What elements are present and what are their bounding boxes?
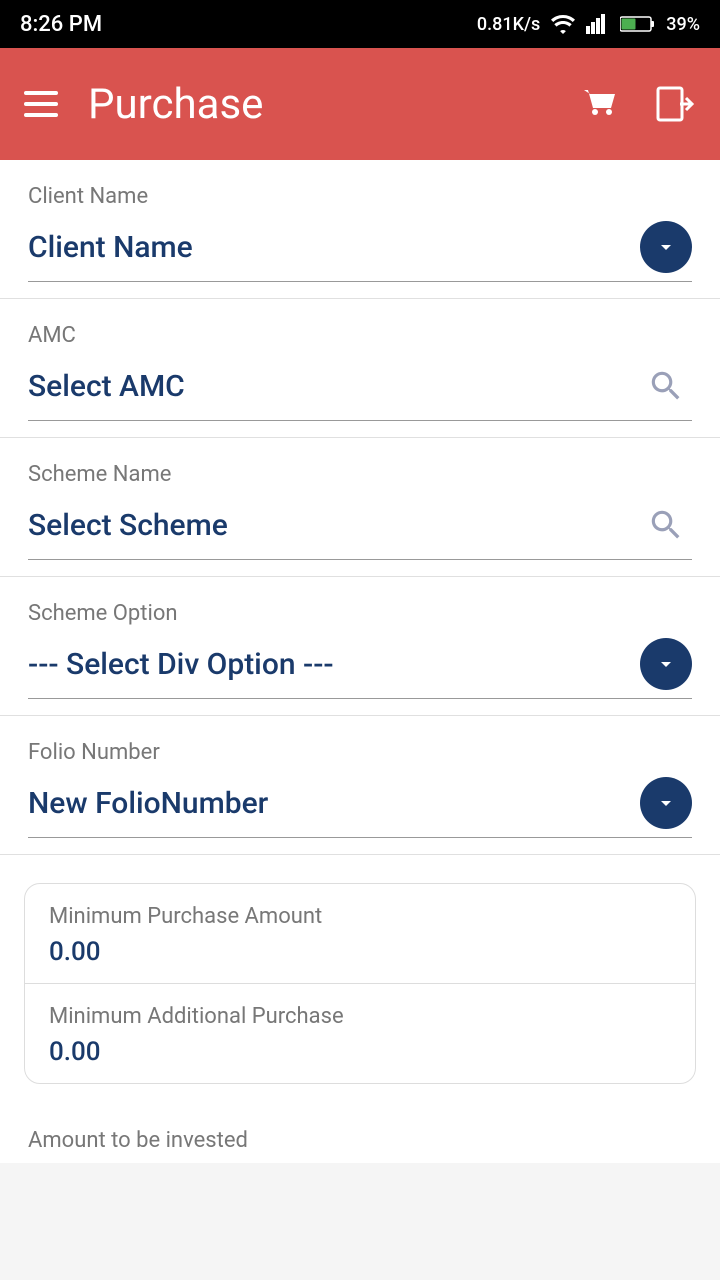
client-name-field: Client Name Client Name [0, 160, 720, 299]
scheme-search-icon[interactable] [640, 499, 692, 551]
amc-search-icon[interactable] [640, 360, 692, 412]
cart-icon[interactable] [578, 82, 622, 126]
app-bar: Purchase [0, 48, 720, 160]
app-bar-title: Purchase [88, 80, 548, 129]
client-name-value: Client Name [28, 230, 193, 265]
client-name-dropdown[interactable] [640, 221, 692, 273]
client-name-label: Client Name [28, 184, 692, 209]
battery-percent: 39% [666, 14, 700, 35]
min-additional-value: 0.00 [49, 1037, 671, 1067]
amc-label: AMC [28, 323, 692, 348]
folio-number-row[interactable]: New FolioNumber [28, 777, 692, 838]
min-purchase-row: Minimum Purchase Amount 0.00 [25, 884, 695, 983]
client-name-row[interactable]: Client Name [28, 221, 692, 282]
amc-value: Select AMC [28, 369, 185, 404]
min-purchase-label: Minimum Purchase Amount [49, 904, 671, 929]
folio-number-field: Folio Number New FolioNumber [0, 716, 720, 855]
status-bar: 8:26 PM 0.81K/s 39% [0, 0, 720, 48]
info-card: Minimum Purchase Amount 0.00 Minimum Add… [24, 883, 696, 1084]
scheme-name-label: Scheme Name [28, 462, 692, 487]
folio-number-value: New FolioNumber [28, 786, 268, 821]
form-content: Client Name Client Name AMC Select AMC S… [0, 160, 720, 1163]
network-speed: 0.81K/s [477, 14, 540, 35]
amc-row[interactable]: Select AMC [28, 360, 692, 421]
signal-icon [586, 14, 610, 34]
menu-icon[interactable] [24, 91, 58, 117]
scheme-option-dropdown[interactable] [640, 638, 692, 690]
exit-icon[interactable] [652, 82, 696, 126]
scheme-name-value: Select Scheme [28, 508, 228, 543]
scheme-name-field: Scheme Name Select Scheme [0, 438, 720, 577]
scheme-option-value: --- Select Div Option --- [28, 647, 334, 682]
scheme-name-row[interactable]: Select Scheme [28, 499, 692, 560]
scheme-option-field: Scheme Option --- Select Div Option --- [0, 577, 720, 716]
battery-icon [620, 14, 656, 34]
folio-number-label: Folio Number [28, 740, 692, 765]
min-purchase-value: 0.00 [49, 937, 671, 967]
min-additional-row: Minimum Additional Purchase 0.00 [25, 983, 695, 1083]
amc-field: AMC Select AMC [0, 299, 720, 438]
wifi-icon [550, 14, 576, 34]
folio-number-dropdown[interactable] [640, 777, 692, 829]
min-additional-label: Minimum Additional Purchase [49, 1004, 671, 1029]
amount-label: Amount to be invested [0, 1112, 720, 1163]
scheme-option-row[interactable]: --- Select Div Option --- [28, 638, 692, 699]
status-right: 0.81K/s 39% [477, 14, 700, 35]
scheme-option-label: Scheme Option [28, 601, 692, 626]
status-time: 8:26 PM [20, 12, 102, 37]
